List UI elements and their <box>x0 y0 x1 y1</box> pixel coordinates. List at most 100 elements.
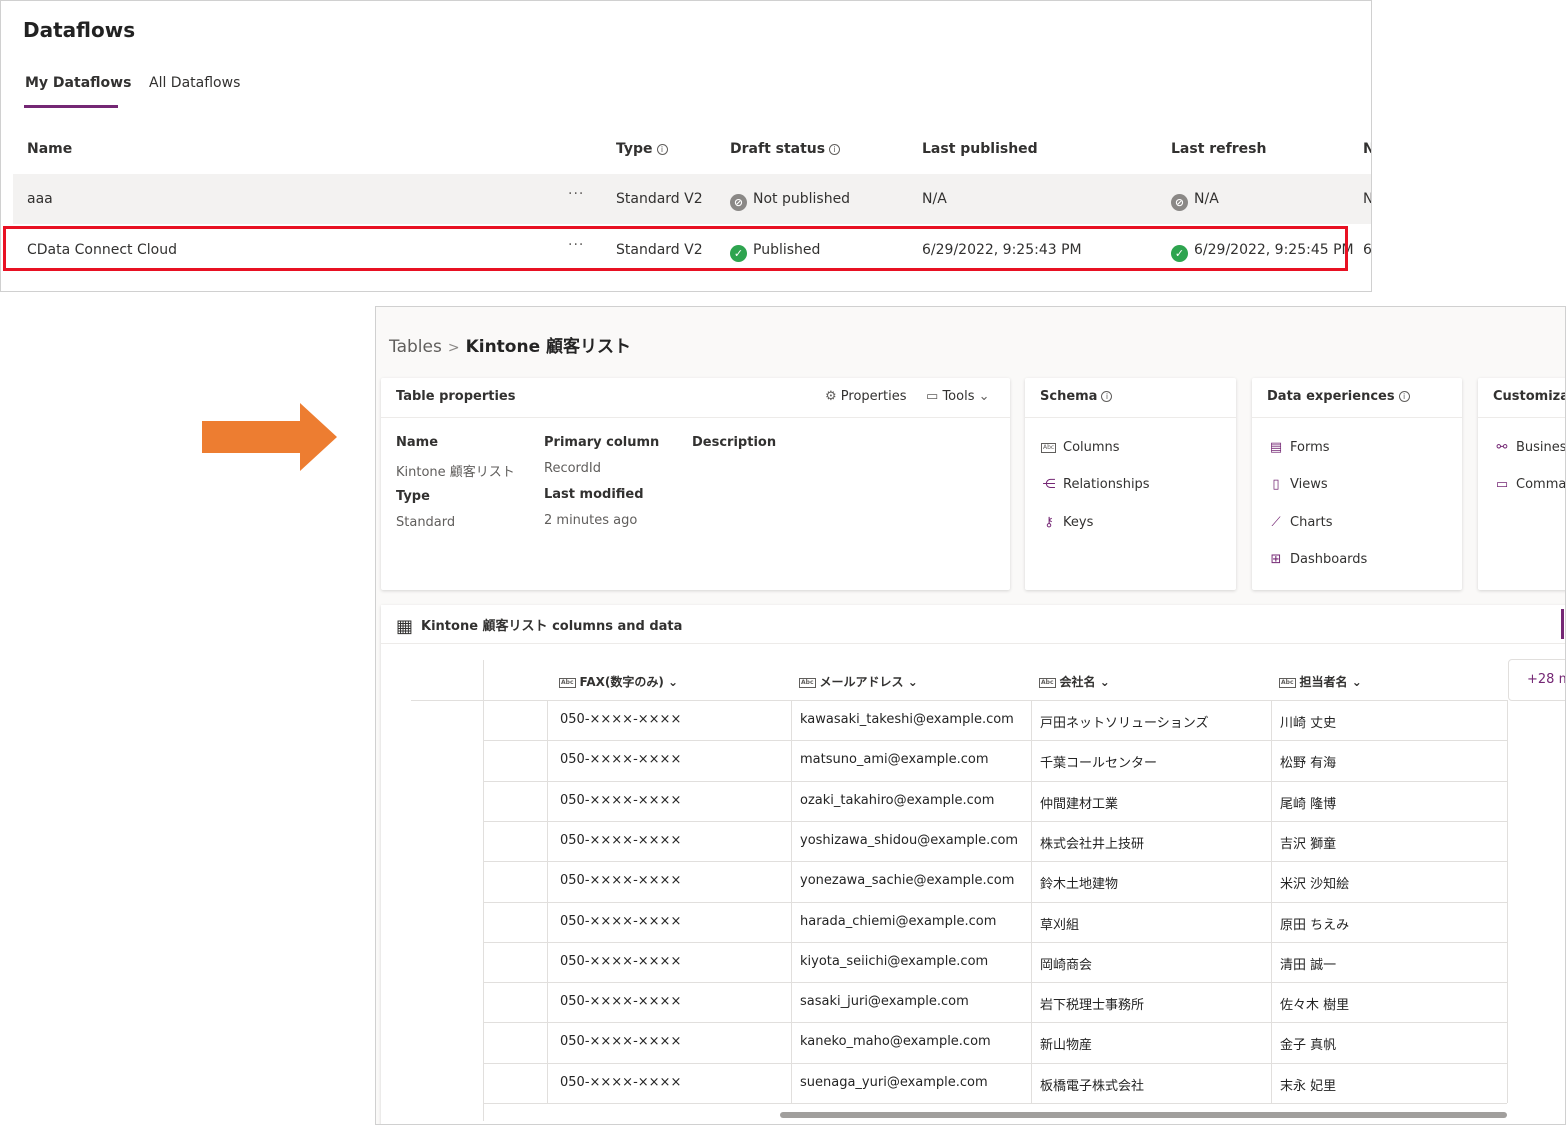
grid-column-divider <box>1507 700 1508 1103</box>
schema-relationships-link[interactable]: ⋲ Relationships <box>1041 477 1150 492</box>
grid-row-line <box>483 780 1507 782</box>
table-row[interactable]: aaa ··· Standard V2 ⊘ Not published N/A ⊘… <box>13 174 1371 224</box>
table-cell[interactable]: 吉沢 獅童 <box>1280 833 1336 852</box>
table-cell[interactable]: sasaki_juri@example.com <box>800 994 969 1009</box>
table-cell[interactable]: 050-××××-×××× <box>560 994 681 1009</box>
column-header-last-published[interactable]: Last published <box>922 141 1038 157</box>
table-cell[interactable]: 050-××××-×××× <box>560 793 681 808</box>
card-title: Data experiences i <box>1267 389 1410 404</box>
table-cell[interactable]: 050-××××-×××× <box>560 712 681 727</box>
more-columns-button[interactable]: +28 m <box>1508 659 1565 701</box>
grid-column-divider <box>1031 700 1032 1103</box>
table-cell[interactable]: 050-××××-×××× <box>560 752 681 767</box>
table-cell[interactable]: harada_chiemi@example.com <box>800 914 996 929</box>
link-label: Business <box>1516 440 1566 455</box>
chevron-down-icon: ⌄ <box>978 389 990 404</box>
schema-columns-link[interactable]: Abc Columns <box>1041 440 1120 455</box>
info-icon[interactable]: i <box>1101 391 1113 402</box>
table-detail-panel: Tables > Kintone 顧客リスト Table properties ⚙ … <box>375 306 1566 1125</box>
table-cell[interactable]: 清田 誠一 <box>1280 954 1336 973</box>
grid-row-line <box>483 1103 1507 1104</box>
schema-keys-link[interactable]: ⚷ Keys <box>1041 515 1093 530</box>
table-cell[interactable]: kaneko_maho@example.com <box>800 1034 991 1049</box>
info-icon[interactable]: i <box>829 144 841 155</box>
column-header[interactable]: Abc 担当者名 ⌄ <box>1279 660 1362 700</box>
key-icon: ⚷ <box>1044 515 1054 530</box>
column-header-last-refresh[interactable]: Last refresh <box>1171 141 1266 157</box>
table-cell[interactable]: 金子 真帆 <box>1280 1034 1336 1053</box>
views-link[interactable]: ▯ Views <box>1268 477 1327 492</box>
table-cell[interactable]: suenaga_yuri@example.com <box>800 1075 988 1090</box>
table-cell[interactable]: yoshizawa_shidou@example.com <box>800 833 1018 848</box>
column-header-label: Type <box>616 141 653 157</box>
properties-button[interactable]: ⚙ Properties <box>825 389 907 404</box>
table-cell[interactable]: 草刈組 <box>1040 914 1079 933</box>
table-cell[interactable]: 尾崎 隆博 <box>1280 793 1336 812</box>
column-header-name[interactable]: Name <box>27 141 72 157</box>
table-cell[interactable]: 岡崎商会 <box>1040 954 1092 973</box>
table-cell[interactable]: 千葉コールセンター <box>1040 752 1157 771</box>
info-icon[interactable]: i <box>656 144 668 155</box>
table-cell[interactable]: 松野 有海 <box>1280 752 1336 771</box>
table-cell[interactable]: matsuno_ami@example.com <box>800 752 989 767</box>
table-cell[interactable]: kawasaki_takeshi@example.com <box>800 712 1014 727</box>
column-header-type[interactable]: Type i <box>616 141 668 157</box>
table-cell[interactable]: 仲間建材工業 <box>1040 793 1118 812</box>
business-rules-link[interactable]: ⚯ Business <box>1494 440 1566 455</box>
table-cell[interactable]: 新山物産 <box>1040 1034 1092 1053</box>
dashboards-link[interactable]: ⊞ Dashboards <box>1268 552 1368 567</box>
table-cell[interactable]: 末永 妃里 <box>1280 1075 1336 1094</box>
card-title: Customizati <box>1493 389 1565 404</box>
table-cell[interactable]: 050-××××-×××× <box>560 1075 681 1090</box>
table-cell[interactable]: yonezawa_sachie@example.com <box>800 873 1014 888</box>
breadcrumb-tables-link[interactable]: Tables <box>389 337 442 357</box>
link-label: Relationships <box>1063 477 1150 492</box>
table-cell[interactable]: 050-××××-×××× <box>560 954 681 969</box>
table-cell[interactable]: 050-××××-×××× <box>560 1034 681 1049</box>
link-label: Comman <box>1516 477 1566 492</box>
table-cell[interactable]: 佐々木 樹里 <box>1280 994 1349 1013</box>
table-cell[interactable]: 050-××××-×××× <box>560 833 681 848</box>
forms-link[interactable]: ▤ Forms <box>1268 440 1330 455</box>
section-title-label: Kintone 顧客リスト columns and data <box>421 619 683 634</box>
table-cell[interactable]: 米沢 沙知絵 <box>1280 873 1349 892</box>
tools-label: Tools <box>942 389 975 404</box>
divider <box>381 417 1010 418</box>
chevron-down-icon: ⌄ <box>1095 675 1110 689</box>
chevron-down-icon: ⌄ <box>1347 675 1362 689</box>
tools-button[interactable]: ▭ Tools ⌄ <box>926 389 990 404</box>
table-cell[interactable]: 岩下税理士事務所 <box>1040 994 1144 1013</box>
name-value: Kintone 顧客リスト <box>396 465 515 480</box>
table-cell[interactable]: ozaki_takahiro@example.com <box>800 793 994 808</box>
tab-my-dataflows[interactable]: My Dataflows <box>25 75 131 91</box>
column-header-next[interactable]: N <box>1363 141 1371 157</box>
dataflow-name[interactable]: aaa <box>27 191 53 207</box>
card-title: Table properties <box>396 389 516 404</box>
table-cell[interactable]: 050-××××-×××× <box>560 914 681 929</box>
table-cell[interactable]: 鈴木土地建物 <box>1040 873 1118 892</box>
table-cell[interactable]: 原田 ちえみ <box>1280 914 1349 933</box>
more-options-icon[interactable]: ··· <box>568 186 584 202</box>
charts-link[interactable]: ⟋ Charts <box>1268 515 1332 530</box>
link-label: Keys <box>1063 515 1094 530</box>
column-header-label: 会社名 <box>1059 675 1096 689</box>
schema-card: Schema i Abc Columns ⋲ Relationships ⚷ Keys <box>1025 378 1236 590</box>
column-header[interactable]: Abc 会社名 ⌄ <box>1039 660 1110 700</box>
column-header-draft-status[interactable]: Draft status i <box>730 141 841 157</box>
table-cell[interactable]: 戸田ネットソリューションズ <box>1040 712 1208 731</box>
column-header-label: 担当者名 <box>1299 675 1348 689</box>
columns-and-data-section: ▦ Kintone 顧客リスト columns and data +28 m Ab… <box>381 605 1565 1124</box>
table-cell[interactable]: 050-××××-×××× <box>560 873 681 888</box>
grid-row-line <box>483 820 1507 822</box>
table-cell[interactable]: 川崎 丈史 <box>1280 712 1336 731</box>
tab-all-dataflows[interactable]: All Dataflows <box>149 75 240 91</box>
table-cell[interactable]: kiyota_seiichi@example.com <box>800 954 988 969</box>
column-header[interactable]: Abc メールアドレス ⌄ <box>799 660 918 700</box>
chevron-down-icon: ⌄ <box>663 675 679 689</box>
table-cell[interactable]: 板橋電子株式会社 <box>1040 1075 1144 1094</box>
horizontal-scrollbar[interactable] <box>780 1112 1507 1118</box>
commands-link[interactable]: ▭ Comman <box>1494 477 1566 492</box>
info-icon[interactable]: i <box>1398 391 1410 402</box>
table-cell[interactable]: 株式会社井上技研 <box>1040 833 1144 852</box>
column-header[interactable]: Abc FAX(数字のみ) ⌄ <box>559 660 678 700</box>
